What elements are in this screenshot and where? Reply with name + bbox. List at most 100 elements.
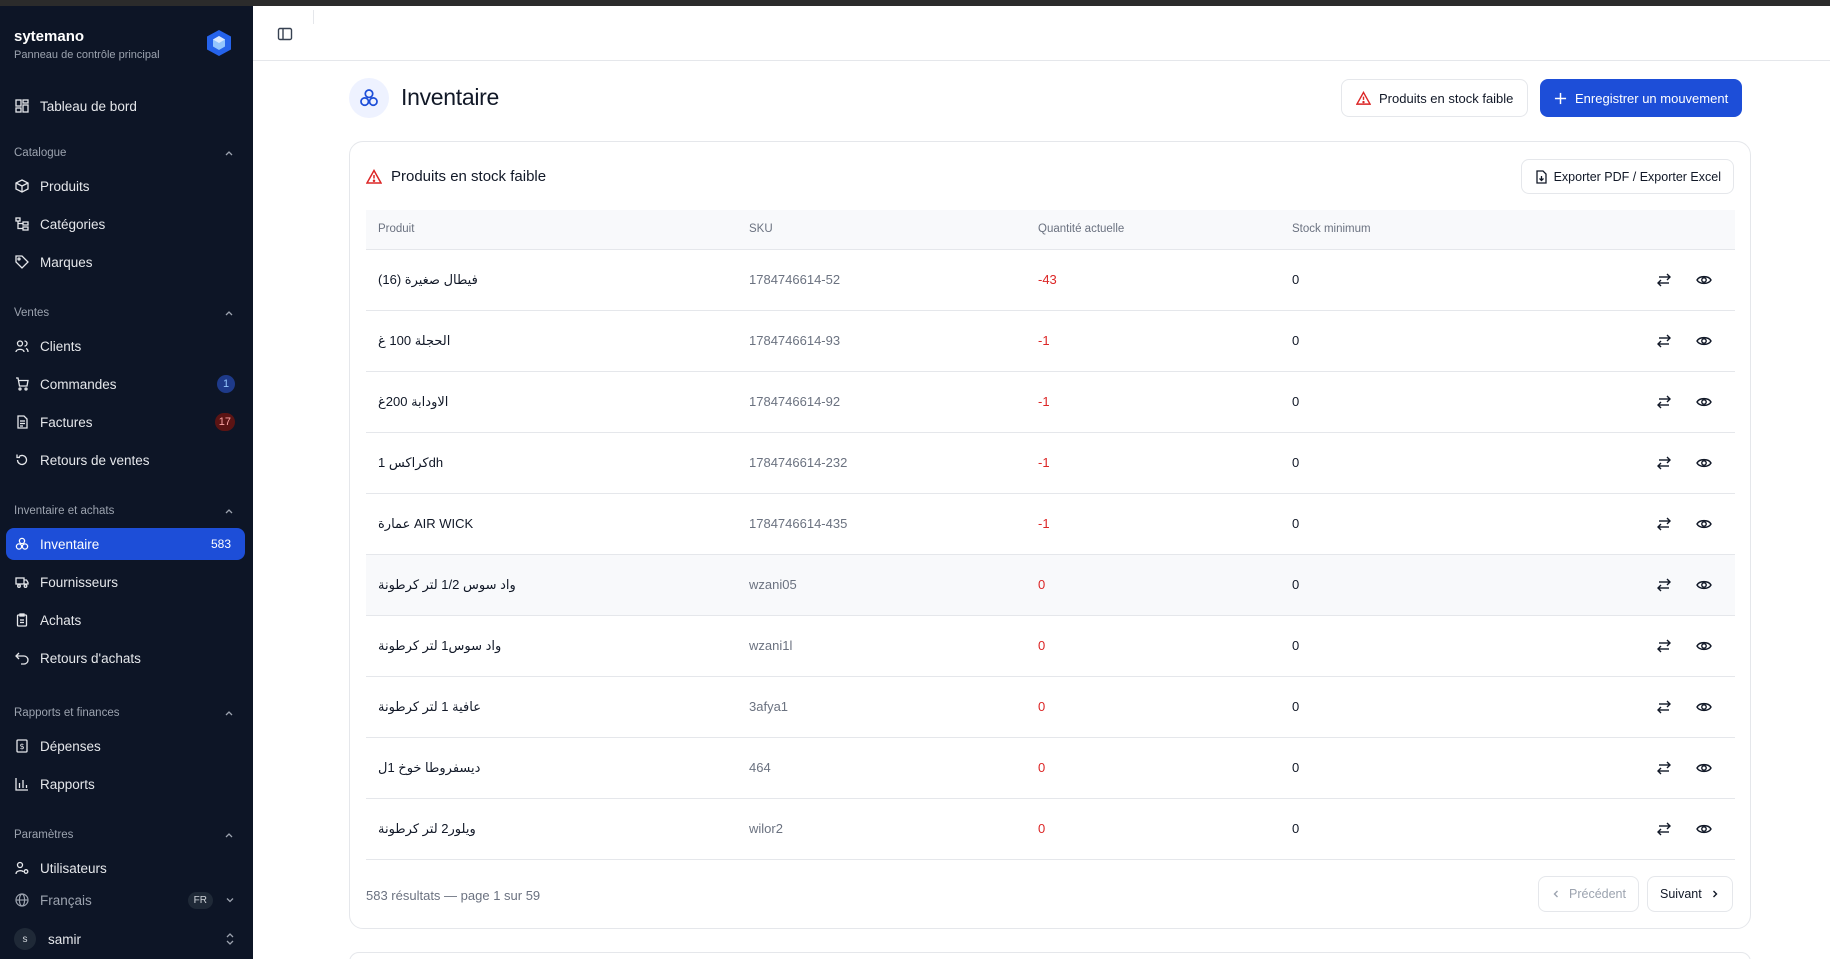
transfer-icon[interactable]	[1656, 577, 1672, 593]
sidebar-item-factures[interactable]: Factures 17	[6, 406, 245, 438]
card-title-text: Produits en stock faible	[391, 168, 547, 185]
transfer-icon[interactable]	[1656, 638, 1672, 654]
boxes-icon	[360, 89, 378, 107]
cell-sku: wzani05	[749, 577, 797, 592]
section-label: Inventaire et achats	[14, 505, 115, 517]
eye-icon[interactable]	[1696, 638, 1712, 654]
transfer-icon[interactable]	[1656, 455, 1672, 471]
cell-sku: 1784746614-52	[749, 272, 841, 287]
cell-quantity: -1	[1038, 394, 1050, 409]
page-title: Inventaire	[401, 84, 500, 110]
brand-logo-icon	[207, 30, 231, 56]
next-page-button[interactable]: Suivant	[1647, 876, 1733, 912]
chevron-up-icon	[225, 311, 233, 316]
transfer-icon[interactable]	[1656, 394, 1672, 410]
dashboard-icon	[14, 98, 30, 114]
sidebar-item-clients[interactable]: Clients	[6, 330, 245, 362]
chevron-up-icon	[225, 151, 233, 156]
sidebar-item-dashboard[interactable]: Tableau de bord	[6, 90, 245, 122]
table-row: واد سوس 1/2 لتر كرطونة wzani05 0 0	[366, 555, 1735, 616]
sidebar-item-label: Retours d'achats	[40, 650, 141, 666]
cell-product: عافية 1 لتر كرطونة	[378, 699, 481, 714]
cell-quantity: 0	[1038, 821, 1046, 836]
cell-quantity: -1	[1038, 455, 1050, 470]
sidebar-item-fournisseurs[interactable]: Fournisseurs	[6, 566, 245, 598]
cell-product: فيطال صغيرة (16)	[378, 272, 478, 287]
eye-icon[interactable]	[1696, 272, 1712, 288]
commandes-count-badge: 1	[217, 375, 235, 393]
sidebar-item-inventaire[interactable]: Inventaire 583	[6, 528, 245, 560]
globe-icon	[14, 892, 30, 908]
eye-icon[interactable]	[1696, 516, 1712, 532]
transfer-icon[interactable]	[1656, 516, 1672, 532]
cell-minimum: 0	[1292, 821, 1300, 836]
low-stock-card: Produits en stock faible Exporter PDF / …	[349, 141, 1751, 929]
section-rapports[interactable]: Rapports et finances	[14, 707, 234, 719]
sidebar-toggle-icon[interactable]	[277, 26, 293, 42]
section-parametres[interactable]: Paramètres	[14, 829, 234, 841]
invoice-icon	[14, 414, 30, 430]
user-menu[interactable]: s samir	[6, 923, 245, 955]
eye-icon[interactable]	[1696, 394, 1712, 410]
chevron-right-icon	[1712, 890, 1718, 898]
clipboard-icon	[14, 612, 30, 628]
sidebar-item-commandes[interactable]: Commandes 1	[6, 368, 245, 400]
table-body: فيطال صغيرة (16) 1784746614-52 -43 0 الحجلة …	[366, 250, 1735, 860]
table-row: واد سوس1 لتر كرطونة wzani1l 0 0	[366, 616, 1735, 677]
section-inventaire[interactable]: Inventaire et achats	[14, 505, 234, 517]
sidebar-item-categories[interactable]: Catégories	[6, 208, 245, 240]
sidebar-item-label: Dépenses	[40, 738, 101, 754]
section-catalogue[interactable]: Catalogue	[14, 147, 234, 159]
table-row: عافية 1 لتر كرطونة 3afya1 0 0	[366, 677, 1735, 738]
sidebar-item-depenses[interactable]: $ Dépenses	[6, 730, 245, 762]
eye-icon[interactable]	[1696, 760, 1712, 776]
eye-icon[interactable]	[1696, 333, 1712, 349]
cell-minimum: 0	[1292, 638, 1300, 653]
cell-quantity: -43	[1038, 272, 1057, 287]
sidebar-item-marques[interactable]: Marques	[6, 246, 245, 278]
sidebar-item-utilisateurs[interactable]: Utilisateurs	[6, 852, 245, 884]
brand-subtitle: Panneau de contrôle principal	[14, 49, 160, 61]
sidebar-item-retours-ventes[interactable]: Retours de ventes	[6, 444, 245, 476]
transfer-icon[interactable]	[1656, 760, 1672, 776]
cell-product: ويلور2 لتر كرطونة	[378, 821, 476, 836]
language-selector[interactable]: Français FR	[6, 884, 245, 916]
export-button[interactable]: Exporter PDF / Exporter Excel	[1520, 159, 1734, 194]
cell-product: كراكس 1dh	[378, 455, 444, 470]
cell-quantity: 0	[1038, 760, 1046, 775]
cell-minimum: 0	[1292, 699, 1300, 714]
chevron-up-icon	[225, 711, 233, 716]
table-row: ديسفروطا خوخ 1ل 464 0 0	[366, 738, 1735, 799]
low-stock-table: Produit SKU Quantité actuelle Stock mini…	[366, 210, 1735, 860]
table-header: Produit SKU Quantité actuelle Stock mini…	[366, 210, 1735, 250]
next-page-label: Suivant	[1660, 887, 1702, 901]
eye-icon[interactable]	[1696, 699, 1712, 715]
sidebar-item-label: Fournisseurs	[40, 574, 119, 590]
section-ventes[interactable]: Ventes	[14, 307, 234, 319]
sidebar-item-retours-achats[interactable]: Retours d'achats	[6, 642, 245, 674]
cell-minimum: 0	[1292, 272, 1300, 287]
transfer-icon[interactable]	[1656, 821, 1672, 837]
transfer-icon[interactable]	[1656, 699, 1672, 715]
cell-quantity: 0	[1038, 699, 1046, 714]
low-stock-button-label: Produits en stock faible	[1379, 90, 1514, 106]
sidebar-item-label: Rapports	[40, 776, 95, 792]
transfer-icon[interactable]	[1656, 333, 1672, 349]
page-icon	[349, 78, 389, 118]
cart-icon	[14, 376, 30, 392]
sidebar-item-label: Retours de ventes	[40, 452, 150, 468]
sidebar-item-achats[interactable]: Achats	[6, 604, 245, 636]
chevron-left-icon	[1553, 890, 1558, 898]
chevron-up-icon	[225, 833, 233, 838]
eye-icon[interactable]	[1696, 577, 1712, 593]
sidebar-item-rapports[interactable]: Rapports	[6, 768, 245, 800]
sidebar-item-produits[interactable]: Produits	[6, 170, 245, 202]
low-stock-button[interactable]: Produits en stock faible	[1341, 79, 1529, 117]
eye-icon[interactable]	[1696, 821, 1712, 837]
inventaire-count-badge: 583	[210, 537, 231, 551]
eye-icon[interactable]	[1696, 455, 1712, 471]
transfer-icon[interactable]	[1656, 272, 1672, 288]
header-divider	[313, 10, 314, 24]
previous-page-button[interactable]: Précédent	[1538, 876, 1639, 912]
record-movement-button[interactable]: Enregistrer un mouvement	[1540, 79, 1743, 117]
